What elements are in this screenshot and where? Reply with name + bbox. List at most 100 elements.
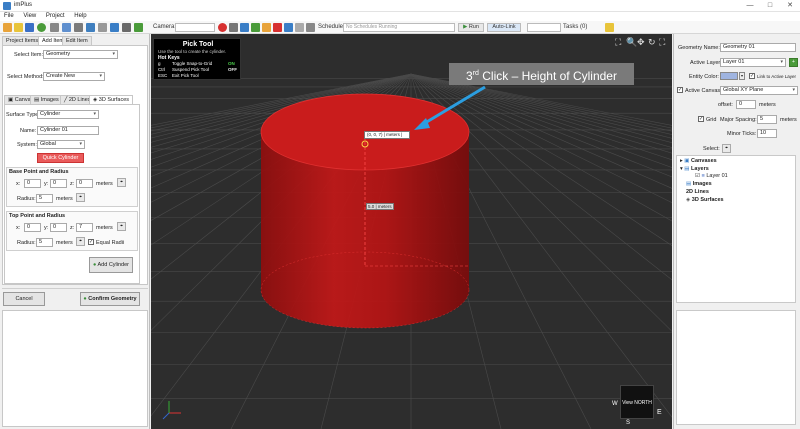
maximize-button[interactable]: □: [760, 0, 780, 12]
surface-tool-icon[interactable]: [110, 23, 119, 32]
camera-view-icon[interactable]: [240, 23, 249, 32]
tree-images[interactable]: ▤ Images: [686, 181, 712, 188]
line-tool-icon[interactable]: [98, 23, 107, 32]
camera-grid-icon[interactable]: [295, 23, 304, 32]
top-z-input[interactable]: 7: [76, 223, 93, 232]
monitor-icon[interactable]: [86, 23, 95, 32]
major-spacing-input[interactable]: 5: [757, 115, 777, 124]
link-layer-checkbox[interactable]: ✓: [749, 73, 755, 79]
base-radius-input[interactable]: 5: [36, 194, 53, 203]
brush-icon[interactable]: [605, 23, 614, 32]
surface-type-dropdown[interactable]: Cylinder: [37, 110, 99, 119]
open-folder-icon[interactable]: [14, 23, 23, 32]
run-button[interactable]: ▶ Run: [458, 23, 484, 32]
tree-canvases-label: Canvases: [691, 158, 717, 164]
tree-layers[interactable]: ▾ ▤ Layers: [680, 166, 709, 173]
radius-readout: 5.0 | meters: [366, 203, 394, 210]
globe-icon[interactable]: [37, 23, 46, 32]
tree-canvases[interactable]: ▸ ▣ Canvases: [680, 158, 717, 165]
close-button[interactable]: ✕: [780, 0, 800, 12]
minimize-button[interactable]: —: [740, 0, 760, 12]
images-tab-icon: ▤: [34, 97, 41, 103]
top-radius-input[interactable]: 5: [36, 238, 53, 247]
view-cube[interactable]: View NORTH: [620, 385, 654, 419]
select-pick-button[interactable]: ⌖: [722, 144, 731, 153]
name-label: Name:: [20, 128, 37, 134]
tree-2d-lines[interactable]: 2D Lines: [686, 189, 709, 196]
base-pick-button[interactable]: ⌖: [117, 178, 126, 187]
schedule-input[interactable]: No Schedules Running: [343, 23, 455, 32]
subtab-3d-surfaces-label: 3D Surfaces: [98, 97, 130, 103]
camera-select[interactable]: [175, 23, 215, 32]
add-layer-button[interactable]: +: [789, 58, 798, 67]
camera-tool-icon[interactable]: [62, 23, 71, 32]
grid-checkbox[interactable]: ✓: [698, 116, 704, 122]
select-method-dropdown[interactable]: Create New: [43, 72, 105, 81]
layer-tool-icon[interactable]: [134, 23, 143, 32]
top-x-input[interactable]: 0: [24, 223, 41, 232]
compass-w: W: [612, 401, 618, 407]
svg-text:✥: ✥: [637, 38, 645, 48]
callout-arrow: [414, 85, 486, 130]
tasks-search-input[interactable]: [527, 23, 561, 32]
dropdown-icon[interactable]: [50, 23, 59, 32]
top-z-label: z:: [70, 225, 75, 231]
link-active-layer-label: Link to Active Layer: [757, 74, 797, 79]
entity-color-swatch[interactable]: [720, 72, 738, 80]
offset-label: offset:: [718, 102, 733, 108]
camera-edit-icon[interactable]: [262, 23, 271, 32]
system-dropdown[interactable]: Global: [37, 140, 85, 149]
select-item-dropdown[interactable]: Geometry: [43, 50, 118, 59]
camera-delete-icon[interactable]: [273, 23, 282, 32]
menu-project[interactable]: Project: [42, 12, 69, 20]
geometry-name-input[interactable]: Geometry 01: [720, 43, 796, 52]
base-y-input[interactable]: 0: [50, 179, 67, 188]
top-radius-meters: meters: [56, 240, 73, 246]
svg-text:🔍: 🔍: [626, 36, 637, 48]
grid-tool-icon[interactable]: [122, 23, 131, 32]
tree-3d-surfaces-label: 3D Surfaces: [691, 197, 724, 203]
active-canvas-checkbox[interactable]: ✓: [677, 87, 683, 93]
subtab-images[interactable]: ▤ Images: [30, 95, 63, 104]
subtab-3d-surfaces[interactable]: ◈ 3D Surfaces: [89, 95, 134, 104]
name-input[interactable]: Cylinder 01: [37, 126, 99, 135]
svg-text:⛶: ⛶: [658, 37, 666, 48]
hotkey-action: Exit Pick Tool: [172, 73, 199, 78]
camera-play-icon[interactable]: [284, 23, 293, 32]
confirm-geometry-label: Confirm Geometry: [88, 296, 137, 302]
axis-triad: [162, 401, 181, 420]
new-project-icon[interactable]: [3, 23, 12, 32]
properties-panel: [676, 310, 796, 425]
stop-icon[interactable]: [218, 23, 227, 32]
equal-radii-checkbox[interactable]: ✓: [88, 239, 94, 245]
active-layer-dropdown[interactable]: Layer 01: [720, 58, 786, 67]
minor-ticks-input[interactable]: 10: [757, 129, 777, 138]
toolbar-icons[interactable]: ⛶ 🔍 ✥ ↻ ⛶: [614, 36, 666, 48]
base-x-input[interactable]: 0: [24, 179, 41, 188]
images-icon: ▤: [686, 181, 692, 187]
base-radius-pick-button[interactable]: ⌖: [76, 193, 85, 202]
menu-help[interactable]: Help: [70, 12, 90, 20]
base-z-input[interactable]: 0: [76, 179, 93, 188]
offset-input[interactable]: 0: [736, 100, 756, 109]
confirm-geometry-button[interactable]: ● Confirm Geometry: [80, 292, 140, 306]
camera-settings-icon[interactable]: [229, 23, 238, 32]
add-cylinder-button[interactable]: ● Add Cylinder: [89, 257, 133, 273]
save-icon[interactable]: [25, 23, 34, 32]
image-tool-icon[interactable]: [74, 23, 83, 32]
tasks-label[interactable]: Tasks (0): [563, 24, 587, 30]
top-y-input[interactable]: 0: [50, 223, 67, 232]
camera-add-icon[interactable]: [251, 23, 260, 32]
quick-cylinder-button[interactable]: Quick Cylinder: [37, 153, 84, 163]
tab-project-items[interactable]: Project Items: [2, 36, 43, 45]
menu-file[interactable]: File: [0, 12, 18, 20]
auto-link-button[interactable]: Auto-Link: [487, 23, 521, 32]
color-dropdown-icon[interactable]: ▾: [739, 72, 745, 80]
tree-layer-01[interactable]: ☑ ■ Layer 01: [695, 173, 728, 180]
menu-view[interactable]: View: [19, 12, 40, 20]
tab-edit-item[interactable]: Edit Item: [62, 36, 92, 45]
active-canvas-dropdown[interactable]: Global XY Plane: [720, 86, 798, 95]
tree-3d-surfaces[interactable]: ◈ 3D Surfaces: [686, 197, 724, 204]
top-pick-button[interactable]: ⌖: [117, 222, 126, 231]
cancel-button[interactable]: Cancel: [3, 292, 45, 306]
